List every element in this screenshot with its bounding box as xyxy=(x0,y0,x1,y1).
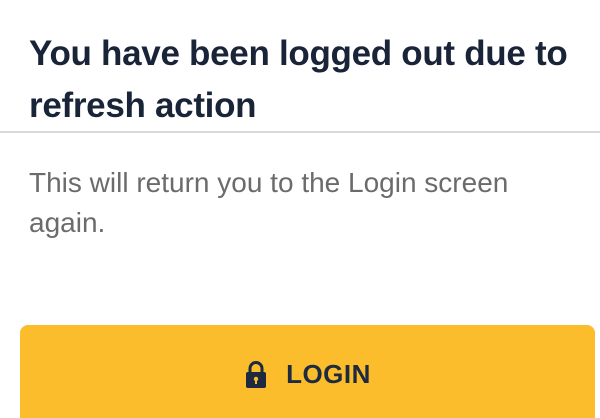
lock-icon xyxy=(244,360,268,389)
dialog-message: This will return you to the Login screen… xyxy=(29,167,509,238)
dialog-body: This will return you to the Login screen… xyxy=(29,163,579,243)
login-button[interactable]: LOGIN xyxy=(20,325,595,418)
login-button-content: LOGIN xyxy=(244,359,371,390)
dialog-title: You have been logged out due to refresh … xyxy=(29,34,568,125)
login-button-label: LOGIN xyxy=(286,359,371,389)
logout-dialog: You have been logged out due to refresh … xyxy=(0,0,600,418)
dialog-header: You have been logged out due to refresh … xyxy=(0,0,600,133)
